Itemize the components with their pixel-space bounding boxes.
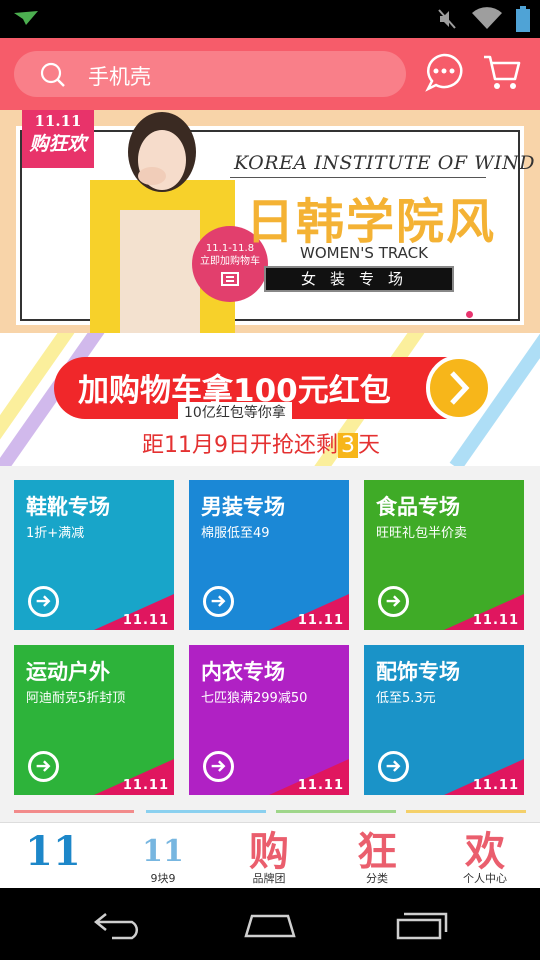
promo-banner[interactable]: 加购物车拿100元红包 10亿红包等你拿 距11月9日开抢还剩 3 天 xyxy=(0,333,540,466)
nav-glyph: 11 xyxy=(142,834,184,869)
category-tile[interactable]: 内衣专场七匹狼满299减50 11.11 xyxy=(189,645,349,795)
nav-item-profile[interactable]: 欢 个人中心 xyxy=(448,823,522,889)
tile-title: 配饰专场 xyxy=(376,660,460,684)
section-divider xyxy=(14,810,134,813)
tile-subtitle: 七匹狼满299减50 xyxy=(201,691,308,706)
category-grid: 鞋靴专场 1折+满减 11.11 男装专场 棉服低至49 11.11 食品专场 旺旺礼包半价卖… xyxy=(0,466,540,822)
carousel-dot[interactable] xyxy=(466,311,473,318)
battery-icon xyxy=(516,6,530,32)
badge-date: 11.11 xyxy=(34,112,82,130)
double-eleven-badge: 11.11 购狂欢 xyxy=(22,110,94,168)
tile-subtitle: 低至5.3元 xyxy=(376,691,436,706)
promo-arrow-button[interactable] xyxy=(426,355,492,421)
nav-home-glyph: 11 xyxy=(25,828,81,875)
nav-home[interactable]: 11 xyxy=(18,823,88,889)
banner-box-label: 女装专场 xyxy=(264,266,454,292)
mute-icon xyxy=(438,9,456,29)
search-input[interactable]: 手机壳 xyxy=(14,51,406,97)
cart-tag-icon xyxy=(221,272,239,286)
countdown-number: 3 xyxy=(338,433,358,458)
tile-subtitle: 1折+满减 xyxy=(26,526,85,541)
bottom-nav: 11 11 9块9 购 品牌团 狂 分类 欢 个人中心 xyxy=(0,822,540,888)
banner-divider xyxy=(230,177,486,178)
nav-glyph: 欢 xyxy=(465,828,505,875)
nav-item-category[interactable]: 狂 分类 xyxy=(342,823,412,889)
notification-icon xyxy=(14,11,38,25)
message-icon[interactable] xyxy=(424,52,464,92)
nav-label: 分类 xyxy=(366,872,388,885)
hero-banner[interactable]: 11.11 购狂欢 11.1-11.8 立即加购物车 KOREA INSTITU… xyxy=(0,110,540,333)
tile-badge: 11.11 xyxy=(472,778,519,793)
nav-label: 9块9 xyxy=(150,872,176,885)
tile-badge: 11.11 xyxy=(297,613,344,628)
tile-badge: 11.11 xyxy=(297,778,344,793)
system-nav-bar xyxy=(0,888,540,960)
tile-title: 食品专场 xyxy=(376,495,460,519)
carousel-dots[interactable] xyxy=(410,311,515,318)
wifi-icon xyxy=(472,7,502,29)
category-tile[interactable]: 食品专场旺旺礼包半价卖 11.11 xyxy=(364,480,524,630)
tile-badge: 11.11 xyxy=(122,778,169,793)
header: 手机壳 xyxy=(0,38,540,110)
cart-icon[interactable] xyxy=(482,52,522,92)
carousel-dot[interactable] xyxy=(410,311,417,318)
tile-badge: 11.11 xyxy=(122,613,169,628)
carousel-dot[interactable] xyxy=(494,311,501,318)
model-image xyxy=(90,112,235,333)
back-icon[interactable] xyxy=(92,910,148,940)
category-tile[interactable]: 运动户外阿迪耐克5折封顶 11.11 xyxy=(14,645,174,795)
promo-subtitle: 10亿红包等你拿 xyxy=(178,402,292,422)
category-tile[interactable]: 鞋靴专场 1折+满减 11.11 xyxy=(14,480,174,630)
circle-tag-action: 立即加购物车 xyxy=(200,256,260,267)
banner-title-en: KOREA INSTITUTE OF WIND xyxy=(234,152,535,174)
tile-subtitle: 阿迪耐克5折封顶 xyxy=(26,691,126,706)
countdown-suffix: 天 xyxy=(358,433,381,458)
arrow-right-icon xyxy=(28,751,59,782)
section-divider xyxy=(406,810,526,813)
tile-title: 男装专场 xyxy=(201,495,285,519)
nav-glyph: 购 xyxy=(249,828,289,875)
category-tile[interactable]: 配饰专场低至5.3元 11.11 xyxy=(364,645,524,795)
arrow-right-icon xyxy=(203,751,234,782)
badge-slogan: 购狂欢 xyxy=(29,133,87,155)
tile-subtitle: 旺旺礼包半价卖 xyxy=(376,526,468,541)
search-icon xyxy=(40,62,65,87)
status-bar xyxy=(0,0,540,38)
recent-apps-icon[interactable] xyxy=(394,910,450,940)
arrow-right-icon xyxy=(378,751,409,782)
nav-item-9kuai9[interactable]: 11 9块9 xyxy=(128,823,198,889)
countdown-prefix: 距11月9日开抢还剩 xyxy=(142,433,338,458)
section-divider xyxy=(146,810,266,813)
tile-subtitle: 棉服低至49 xyxy=(201,526,270,541)
arrow-right-icon xyxy=(28,586,59,617)
home-icon[interactable] xyxy=(242,910,298,940)
category-tile[interactable]: 男装专场棉服低至49 11.11 xyxy=(189,480,349,630)
tile-title: 运动户外 xyxy=(26,660,110,684)
carousel-dot[interactable] xyxy=(438,311,445,318)
banner-subtitle: WOMEN'S TRACK xyxy=(300,244,428,262)
tile-title: 鞋靴专场 xyxy=(26,495,110,519)
carousel-dot[interactable] xyxy=(424,311,431,318)
search-placeholder: 手机壳 xyxy=(88,65,151,89)
nav-glyph: 狂 xyxy=(357,828,397,875)
carousel-dot[interactable] xyxy=(480,311,487,318)
banner-title-cn: 日韩学院风 xyxy=(246,194,497,250)
arrow-right-icon xyxy=(203,586,234,617)
carousel-dot[interactable] xyxy=(452,311,459,318)
chevron-right-icon xyxy=(450,371,470,405)
nav-item-brand[interactable]: 购 品牌团 xyxy=(234,823,304,889)
carousel-dot[interactable] xyxy=(508,311,515,318)
promo-countdown: 距11月9日开抢还剩 3 天 xyxy=(142,427,380,459)
section-divider xyxy=(276,810,396,813)
tile-badge: 11.11 xyxy=(472,613,519,628)
arrow-right-icon xyxy=(378,586,409,617)
nav-label: 个人中心 xyxy=(463,872,507,885)
tile-title: 内衣专场 xyxy=(201,660,285,684)
nav-label: 品牌团 xyxy=(252,872,286,885)
